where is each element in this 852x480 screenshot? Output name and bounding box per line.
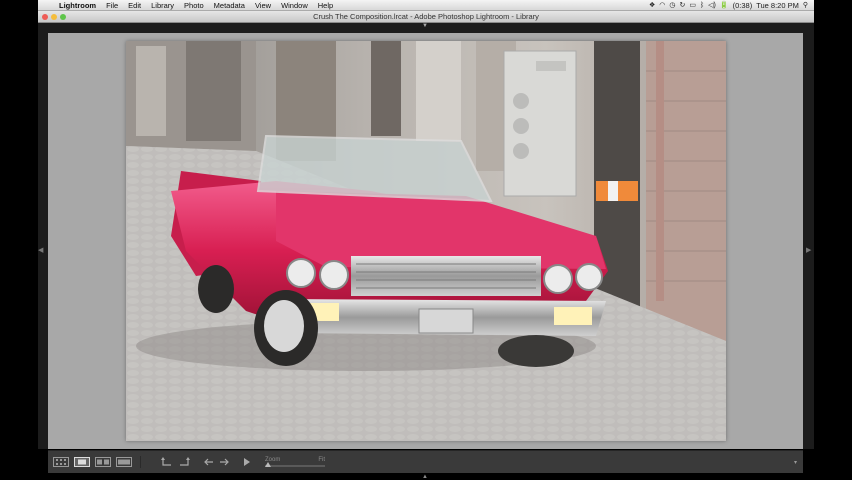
survey-view-button[interactable] [116, 457, 132, 467]
display-icon[interactable]: ▭ [689, 1, 696, 9]
zoom-value: Fit [318, 457, 325, 463]
clock-icon[interactable]: ◷ [669, 1, 675, 9]
toolbar-divider [140, 456, 141, 468]
battery-icon[interactable]: 🔋 [720, 1, 729, 9]
menu-library[interactable]: Library [146, 1, 179, 10]
window-titlebar: Crush The Composition.lrcat - Adobe Phot… [38, 11, 814, 23]
menu-window[interactable]: Window [276, 1, 313, 10]
volume-icon[interactable]: ◁) [708, 1, 716, 9]
survey-view-icon [116, 457, 132, 467]
rotate-left-icon [161, 457, 171, 466]
right-panel-toggle-icon[interactable]: ▶ [806, 246, 811, 254]
rotate-right-icon [180, 457, 190, 466]
top-panel-toggle-icon[interactable]: ▼ [422, 23, 428, 29]
menu-edit[interactable]: Edit [123, 1, 146, 10]
loupe-view-button[interactable] [74, 457, 90, 467]
status-area: ❖ ◠ ◷ ↻ ▭ ᛒ ◁) 🔋 (0:38) Tue 8:20 PM ⚲ [649, 1, 814, 10]
grid-view-icon [53, 457, 69, 467]
menu-lightroom[interactable]: Lightroom [54, 1, 101, 10]
left-panel-toggle-icon[interactable]: ◀ [38, 246, 43, 254]
menu-file[interactable]: File [101, 1, 123, 10]
bottom-panel-toggle-icon[interactable]: ▲ [422, 474, 428, 480]
photo-car-in-alley [126, 41, 726, 441]
zoom-slider-thumb[interactable] [265, 462, 271, 467]
rotate-right-button[interactable] [178, 457, 190, 467]
sync-icon[interactable]: ↻ [679, 1, 685, 9]
grid-view-button[interactable] [53, 457, 69, 467]
zoom-slider-track[interactable] [265, 462, 325, 467]
previous-photo-button[interactable] [204, 457, 214, 467]
main-photo[interactable] [126, 41, 726, 441]
menubar-clock[interactable]: Tue 8:20 PM [756, 1, 799, 10]
play-icon [244, 458, 250, 466]
rotate-left-button[interactable] [161, 457, 173, 467]
library-toolbar: Zoom Fit ▾ [48, 450, 803, 473]
menu-photo[interactable]: Photo [179, 1, 209, 10]
zoom-control[interactable]: Zoom Fit [265, 457, 325, 467]
arrow-left-icon [204, 458, 213, 466]
impromptu-slideshow-button[interactable] [243, 457, 251, 467]
dropbox-icon[interactable]: ❖ [649, 1, 655, 9]
battery-time: (0:38) [732, 0, 753, 10]
toolbar-options-icon[interactable]: ▾ [794, 459, 797, 466]
arrow-right-icon [220, 458, 229, 466]
menu-view[interactable]: View [250, 1, 276, 10]
next-photo-button[interactable] [219, 457, 229, 467]
compare-view-button[interactable] [95, 457, 111, 467]
menu-metadata[interactable]: Metadata [209, 1, 250, 10]
compare-view-icon [95, 457, 111, 467]
bluetooth-icon[interactable]: ᛒ [700, 2, 704, 9]
wifi-icon[interactable]: ◠ [659, 1, 665, 9]
menu-help[interactable]: Help [313, 1, 338, 10]
window-title: Crush The Composition.lrcat - Adobe Phot… [313, 12, 539, 21]
loupe-view-icon [74, 457, 90, 467]
spotlight-search-icon[interactable]: ⚲ [803, 1, 808, 9]
menu-bar: Lightroom File Edit Library Photo Metada… [38, 0, 814, 11]
